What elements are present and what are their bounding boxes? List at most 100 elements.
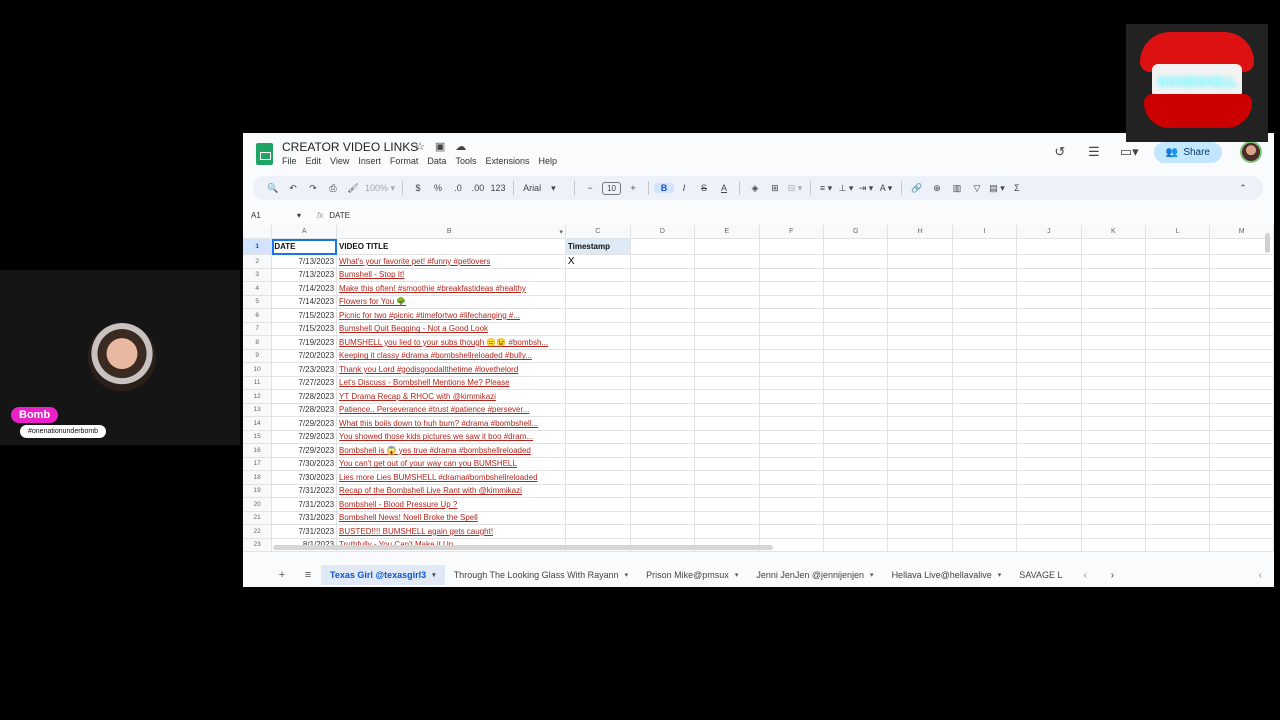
cell[interactable] (694, 335, 760, 350)
font-family-select[interactable]: Arial ▾ (519, 183, 569, 194)
video-title-link[interactable]: What this boils down to huh bum? #drama … (336, 416, 566, 431)
cell[interactable] (1016, 538, 1082, 552)
cell[interactable] (1081, 322, 1147, 336)
row-header[interactable]: 2 (243, 254, 273, 269)
cell[interactable] (630, 349, 696, 363)
cell[interactable] (952, 416, 1018, 431)
cell[interactable] (1016, 308, 1082, 323)
video-title-link[interactable]: What's your favorite pet! #funny #petlov… (336, 254, 566, 269)
cell[interactable] (694, 238, 760, 255)
cell[interactable] (630, 403, 696, 417)
cell[interactable] (1209, 254, 1274, 269)
strikethrough-button[interactable]: S (694, 183, 714, 193)
cell[interactable] (1081, 403, 1147, 417)
cell[interactable] (887, 335, 953, 350)
cell[interactable] (823, 322, 889, 336)
chevron-down-icon[interactable]: ▾ (432, 571, 436, 579)
cell[interactable] (1145, 443, 1211, 458)
cell[interactable] (823, 470, 889, 485)
timestamp-cell[interactable] (565, 268, 631, 282)
column-header-d[interactable]: D (630, 225, 696, 239)
cell[interactable] (630, 268, 696, 282)
cell[interactable] (630, 308, 696, 323)
timestamp-cell[interactable] (565, 443, 631, 458)
add-sheet-icon[interactable]: + (269, 569, 295, 581)
sheet-tab[interactable]: Jenni JenJen @jennijenjen ▾ (747, 565, 882, 585)
cell[interactable] (630, 416, 696, 431)
row-header[interactable]: 5 (243, 295, 273, 309)
menu-format[interactable]: Format (390, 156, 419, 166)
cell[interactable] (759, 511, 824, 525)
cell[interactable] (1081, 524, 1147, 539)
row-header[interactable]: 10 (243, 362, 273, 377)
date-cell[interactable]: 7/14/2023 (271, 295, 338, 309)
cell[interactable] (952, 389, 1018, 404)
cell[interactable] (887, 376, 953, 390)
video-title-link[interactable]: Picnic for two #picnic #timefortwo #life… (336, 308, 566, 323)
video-title-link[interactable]: Recap of the Bombshell Live Rant with @k… (336, 484, 566, 498)
video-title-link[interactable]: BUMSHELL you lied to your subs though 😑😉… (336, 335, 566, 350)
row-header[interactable]: 22 (243, 524, 273, 539)
date-cell[interactable]: 7/13/2023 (271, 254, 338, 269)
cell[interactable] (952, 362, 1018, 377)
cell[interactable] (823, 268, 889, 282)
cell[interactable] (887, 349, 953, 363)
column-header-b[interactable]: B ▾ (336, 225, 566, 239)
cell[interactable] (823, 295, 889, 309)
cell[interactable] (759, 349, 824, 363)
video-title-link[interactable]: Patience.. Perseverance #trust #patience… (336, 403, 566, 417)
timestamp-cell[interactable] (565, 281, 631, 296)
video-title-link[interactable]: Bombshell - Blood Pressure Up ? (336, 497, 566, 512)
cell[interactable] (694, 281, 760, 296)
column-header-c[interactable]: C (565, 225, 631, 239)
cell[interactable] (887, 484, 953, 498)
cloud-status-icon[interactable]: ☁ (455, 140, 466, 153)
cell[interactable] (887, 268, 953, 282)
cell[interactable] (823, 335, 889, 350)
font-size-input[interactable]: 10 (600, 182, 623, 195)
cell[interactable] (1145, 335, 1211, 350)
cell[interactable] (952, 484, 1018, 498)
date-cell[interactable]: 7/15/2023 (271, 322, 338, 336)
video-title-link[interactable]: Bumshell Quit Begging - Not a Good Look (336, 322, 566, 336)
date-cell[interactable]: 7/29/2023 (271, 443, 338, 458)
date-cell[interactable]: 7/27/2023 (271, 376, 338, 390)
cell[interactable] (1145, 308, 1211, 323)
row-header[interactable]: 1 (243, 238, 273, 255)
cell[interactable] (887, 362, 953, 377)
text-rotation-icon[interactable]: A ▾ (876, 183, 896, 194)
date-cell[interactable]: 7/20/2023 (271, 349, 338, 363)
cell[interactable] (823, 389, 889, 404)
cell[interactable] (1016, 322, 1082, 336)
column-header-e[interactable]: E (694, 225, 760, 239)
cell[interactable] (759, 416, 824, 431)
side-panel-toggle-icon[interactable]: ‹ (1259, 570, 1262, 581)
video-title-link[interactable]: Make this often! #smoothie #breakfastide… (336, 281, 566, 296)
cell[interactable] (887, 538, 953, 552)
cell[interactable] (887, 389, 953, 404)
cell[interactable] (1016, 349, 1082, 363)
timestamp-cell[interactable] (565, 470, 631, 485)
video-title-link[interactable]: Bombshell News! Noell Broke the Spell (336, 511, 566, 525)
video-title-link[interactable]: Bombshell is 😱 yes true #drama #bombshel… (336, 443, 566, 458)
cell[interactable] (759, 308, 824, 323)
merge-cells-icon[interactable]: ⊟ ▾ (785, 183, 805, 194)
cell[interactable] (1209, 470, 1274, 485)
date-cell[interactable]: 7/23/2023 (271, 362, 338, 377)
cell[interactable] (1016, 376, 1082, 390)
row-header[interactable]: 15 (243, 430, 273, 444)
cell[interactable] (694, 443, 760, 458)
select-all-corner[interactable] (243, 225, 273, 239)
paint-format-icon[interactable]: 🖌 (343, 183, 363, 194)
cell[interactable] (694, 457, 760, 471)
cell[interactable] (1081, 389, 1147, 404)
cell[interactable] (630, 238, 696, 255)
date-cell[interactable]: 7/30/2023 (271, 470, 338, 485)
menu-edit[interactable]: Edit (306, 156, 322, 166)
cell[interactable] (1016, 470, 1082, 485)
video-title-link[interactable]: You showed those kids pictures we saw it… (336, 430, 566, 444)
cell[interactable] (823, 349, 889, 363)
cell[interactable] (887, 281, 953, 296)
cell[interactable] (1145, 497, 1211, 512)
cell[interactable] (823, 524, 889, 539)
